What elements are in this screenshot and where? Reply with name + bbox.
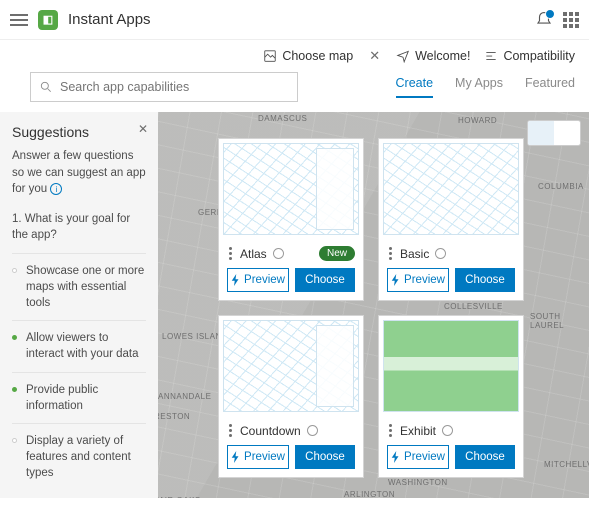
option-label: Display a variety of features and conten… bbox=[26, 433, 146, 481]
info-icon[interactable]: i bbox=[50, 183, 62, 195]
suggestions-heading: Suggestions bbox=[12, 124, 146, 140]
template-name: Countdown bbox=[240, 424, 301, 438]
app-launcher-icon[interactable] bbox=[563, 12, 579, 28]
map-label: Fair Oaks bbox=[158, 496, 201, 498]
more-actions-icon[interactable] bbox=[387, 422, 394, 439]
bullet-icon bbox=[12, 268, 17, 273]
template-thumbnail bbox=[223, 320, 359, 412]
tab-create[interactable]: Create bbox=[396, 76, 434, 98]
more-actions-icon[interactable] bbox=[387, 245, 394, 262]
template-name: Atlas bbox=[240, 247, 267, 261]
template-card-atlas: Atlas New Preview Choose bbox=[218, 138, 364, 301]
bullet-icon bbox=[12, 335, 17, 340]
select-radio[interactable] bbox=[307, 425, 318, 436]
option-public-info[interactable]: Provide public information bbox=[12, 372, 146, 423]
choose-button[interactable]: Choose bbox=[455, 268, 515, 292]
bullet-icon bbox=[12, 438, 17, 443]
option-showcase-maps[interactable]: Showcase one or more maps with essential… bbox=[12, 253, 146, 320]
map-canvas: HOWARD Damascus Columbia Germantown Glen… bbox=[158, 112, 589, 498]
grid-view-button[interactable] bbox=[528, 121, 554, 145]
template-name: Basic bbox=[400, 247, 429, 261]
option-variety-content[interactable]: Display a variety of features and conten… bbox=[12, 423, 146, 490]
close-choose-map-button[interactable]: ✕ bbox=[367, 48, 382, 64]
choose-button[interactable]: Choose bbox=[295, 268, 355, 292]
template-thumbnail bbox=[383, 143, 519, 235]
tab-my-apps[interactable]: My Apps bbox=[455, 76, 503, 98]
compatibility-label: Compatibility bbox=[503, 49, 575, 63]
compatibility-button[interactable]: Compatibility bbox=[484, 49, 575, 63]
map-label: HOWARD bbox=[458, 116, 497, 125]
suggestions-panel: ✕ Suggestions Answer a few questions so … bbox=[0, 112, 158, 498]
map-label: South Laurel bbox=[530, 312, 589, 330]
template-thumbnail bbox=[223, 143, 359, 235]
question-text: 1. What is your goal for the app? bbox=[12, 212, 146, 243]
choose-map-button[interactable]: Choose map bbox=[263, 49, 353, 63]
preview-button[interactable]: Preview bbox=[387, 445, 449, 469]
app-logo: ◧ bbox=[38, 10, 58, 30]
welcome-button[interactable]: Welcome! bbox=[396, 49, 470, 63]
notifications-icon[interactable] bbox=[535, 11, 553, 29]
map-label: Annandale bbox=[158, 392, 211, 401]
template-card-countdown: Countdown Preview Choose bbox=[218, 315, 364, 478]
map-label: ARLINGTON bbox=[344, 490, 395, 498]
option-label: Allow viewers to interact with your data bbox=[26, 330, 146, 362]
more-actions-icon[interactable] bbox=[227, 245, 234, 262]
map-label: Washington bbox=[388, 478, 448, 487]
new-badge: New bbox=[319, 246, 355, 261]
search-container bbox=[30, 72, 298, 102]
view-toggle bbox=[527, 120, 581, 146]
option-label: Showcase one or more maps with essential… bbox=[26, 263, 146, 311]
tab-featured[interactable]: Featured bbox=[525, 76, 575, 98]
welcome-label: Welcome! bbox=[415, 49, 470, 63]
list-view-button[interactable] bbox=[554, 121, 580, 145]
close-suggestions-button[interactable]: ✕ bbox=[138, 122, 148, 136]
more-actions-icon[interactable] bbox=[227, 422, 234, 439]
preview-button[interactable]: Preview bbox=[387, 268, 449, 292]
notification-badge bbox=[545, 9, 555, 19]
template-thumbnail bbox=[383, 320, 519, 412]
bullet-icon bbox=[12, 387, 17, 392]
select-radio[interactable] bbox=[442, 425, 453, 436]
map-label: Damascus bbox=[258, 114, 307, 123]
search-input[interactable] bbox=[60, 80, 289, 94]
map-label: Columbia bbox=[538, 182, 584, 191]
template-name: Exhibit bbox=[400, 424, 436, 438]
app-title: Instant Apps bbox=[68, 11, 151, 28]
map-label: Mitchellville bbox=[544, 460, 589, 469]
choose-button[interactable]: Choose bbox=[455, 445, 515, 469]
map-label: Reston bbox=[158, 412, 190, 421]
template-card-exhibit: Exhibit Preview Choose bbox=[378, 315, 524, 478]
template-card-basic: Basic Preview Choose bbox=[378, 138, 524, 301]
option-interact-data[interactable]: Allow viewers to interact with your data bbox=[12, 320, 146, 371]
select-radio[interactable] bbox=[273, 248, 284, 259]
search-icon bbox=[39, 80, 53, 94]
preview-button[interactable]: Preview bbox=[227, 268, 289, 292]
option-label: Provide public information bbox=[26, 382, 146, 414]
choose-button[interactable]: Choose bbox=[295, 445, 355, 469]
menu-icon[interactable] bbox=[10, 14, 28, 26]
preview-button[interactable]: Preview bbox=[227, 445, 289, 469]
choose-map-label: Choose map bbox=[282, 49, 353, 63]
select-radio[interactable] bbox=[435, 248, 446, 259]
suggestions-intro: Answer a few questions so we can suggest… bbox=[12, 148, 146, 198]
